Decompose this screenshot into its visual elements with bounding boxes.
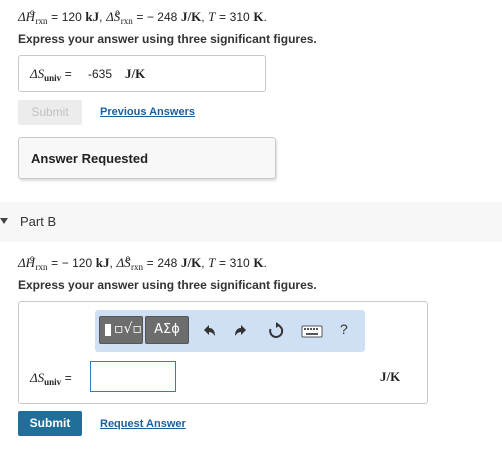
answer-value: -635: [88, 67, 113, 81]
delta-h-unit: kJ: [85, 9, 100, 24]
delta-s-unit: J/K: [180, 255, 202, 270]
answer-requested-text: Answer Requested: [31, 151, 149, 166]
part-a-instruction: Express your answer using three signific…: [18, 32, 317, 46]
answer-unit: J/K: [125, 66, 146, 81]
part-a-submit-button: Submit: [18, 100, 82, 125]
answer-label: ΔSuniv =: [30, 66, 72, 83]
temperature-symbol: T: [208, 255, 216, 270]
part-b-instruction: Express your answer using three signific…: [18, 278, 317, 292]
keyboard-icon[interactable]: [301, 322, 323, 340]
delta-s-subscript: rxn: [131, 262, 144, 272]
delta-s-unit: J/K: [180, 9, 202, 24]
temperature-unit: K: [253, 255, 264, 270]
delta-h-unit: kJ: [95, 255, 110, 270]
submit-button[interactable]: Submit: [18, 411, 82, 436]
delta-h-value: 120: [61, 10, 82, 24]
request-answer-link[interactable]: Request Answer: [100, 418, 186, 430]
temperature-value: 310: [229, 10, 250, 24]
templates-icon[interactable]: ▫√▫: [99, 316, 143, 344]
answer-requested-panel: Answer Requested: [18, 137, 276, 179]
undo-icon[interactable]: [199, 322, 217, 340]
temperature-symbol: T: [208, 9, 216, 24]
temperature-value: 310: [229, 256, 250, 270]
delta-s-value: 248: [157, 256, 178, 270]
part-a-answer-box: ΔSuniv = -635 J/K: [18, 55, 266, 92]
part-b-answer-panel: ▫√▫ ΑΣϕ ? ΔSuniv = J/K: [18, 301, 428, 404]
delta-s-value: − 248: [146, 10, 178, 24]
delta-h-value: − 120: [61, 256, 93, 270]
delta-h-subscript: rxn: [35, 16, 48, 26]
help-button[interactable]: ?: [340, 321, 348, 337]
temperature-unit: K: [253, 9, 264, 24]
redo-icon[interactable]: [233, 322, 251, 340]
reset-icon[interactable]: [267, 322, 285, 340]
greek-symbols-button[interactable]: ΑΣϕ: [145, 316, 189, 344]
answer-label: ΔSuniv =: [30, 370, 72, 387]
previous-answers-link[interactable]: Previous Answers: [100, 106, 195, 118]
part-a-given-values: ΔHorxn = 120 kJ, ΔSorxn = − 248 J/K, T =…: [18, 8, 267, 26]
part-b-title: Part B: [20, 214, 57, 229]
part-b-given-values: ΔHorxn = − 120 kJ, ΔSorxn = 248 J/K, T =…: [18, 254, 267, 272]
delta-h-subscript: rxn: [35, 262, 48, 272]
part-b-header[interactable]: Part B: [0, 202, 502, 242]
math-toolbar: ▫√▫ ΑΣϕ ?: [95, 310, 365, 352]
delta-s-subscript: rxn: [120, 16, 133, 26]
answer-input[interactable]: [90, 361, 176, 392]
answer-unit: J/K: [380, 369, 401, 384]
collapse-triangle-icon[interactable]: [0, 218, 8, 224]
